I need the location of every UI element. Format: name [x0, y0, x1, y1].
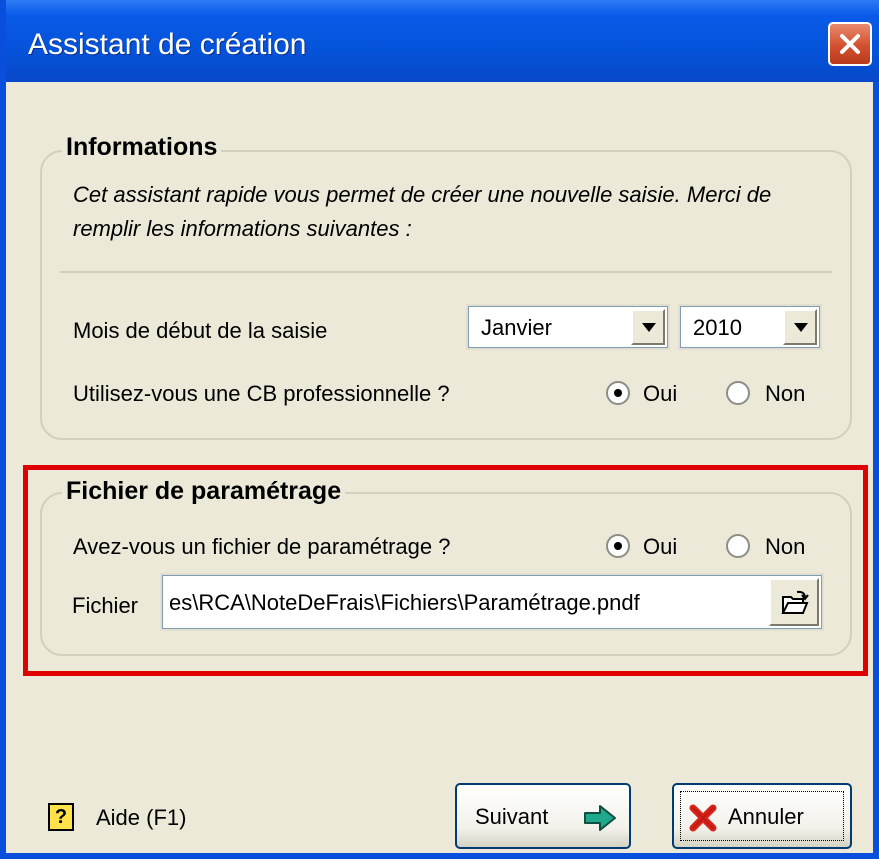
month-label: Mois de début de la saisie: [73, 318, 328, 343]
param-no-radio[interactable]: [726, 534, 750, 558]
file-path-value: es\RCA\NoteDeFrais\Fichiers\Paramétrage.…: [169, 590, 640, 615]
cb-yes-label[interactable]: Oui: [643, 381, 677, 407]
file-label: Fichier: [72, 593, 139, 618]
close-button[interactable]: [828, 22, 872, 66]
informations-separator: [60, 271, 832, 273]
browse-button[interactable]: [769, 578, 819, 626]
month-select[interactable]: Janvier: [466, 304, 670, 350]
cb-no-radio[interactable]: [726, 381, 750, 405]
informations-legend: Informations: [62, 133, 222, 162]
open-folder-icon: [781, 590, 809, 614]
cancel-button[interactable]: Annuler: [672, 783, 852, 849]
next-button[interactable]: Suivant: [455, 783, 631, 849]
cb-no-label[interactable]: Non: [765, 381, 805, 407]
help-icon: ?: [48, 803, 74, 831]
cancel-x-icon: [689, 804, 717, 832]
title-bar[interactable]: Assistant de création: [6, 0, 879, 82]
arrow-right-icon: [584, 805, 616, 831]
window-title: Assistant de création: [28, 28, 307, 61]
month-dropdown-button[interactable]: [631, 309, 665, 345]
param-yes-label[interactable]: Oui: [643, 534, 677, 560]
chevron-down-icon: [642, 323, 656, 332]
cb-yes-radio[interactable]: [606, 381, 630, 405]
close-icon: [840, 34, 860, 54]
parametrage-legend: Fichier de paramétrage: [62, 477, 346, 506]
cb-question: Utilisez-vous une CB professionnelle ?: [73, 381, 450, 406]
next-label: Suivant: [475, 804, 549, 829]
parametrage-group: [40, 492, 852, 656]
cancel-label: Annuler: [728, 804, 804, 829]
file-path-input[interactable]: es\RCA\NoteDeFrais\Fichiers\Paramétrage.…: [160, 573, 824, 631]
param-question: Avez-vous un fichier de paramétrage ?: [73, 534, 451, 559]
year-dropdown-button[interactable]: [783, 309, 817, 345]
param-no-label[interactable]: Non: [765, 534, 805, 560]
informations-description: Cet assistant rapide vous permet de crée…: [73, 182, 772, 241]
month-value: Janvier: [481, 315, 552, 340]
year-select[interactable]: 2010: [678, 304, 822, 350]
param-yes-radio[interactable]: [606, 534, 630, 558]
year-value: 2010: [693, 315, 742, 340]
chevron-down-icon: [794, 323, 808, 332]
help-label[interactable]: Aide (F1): [96, 805, 186, 831]
